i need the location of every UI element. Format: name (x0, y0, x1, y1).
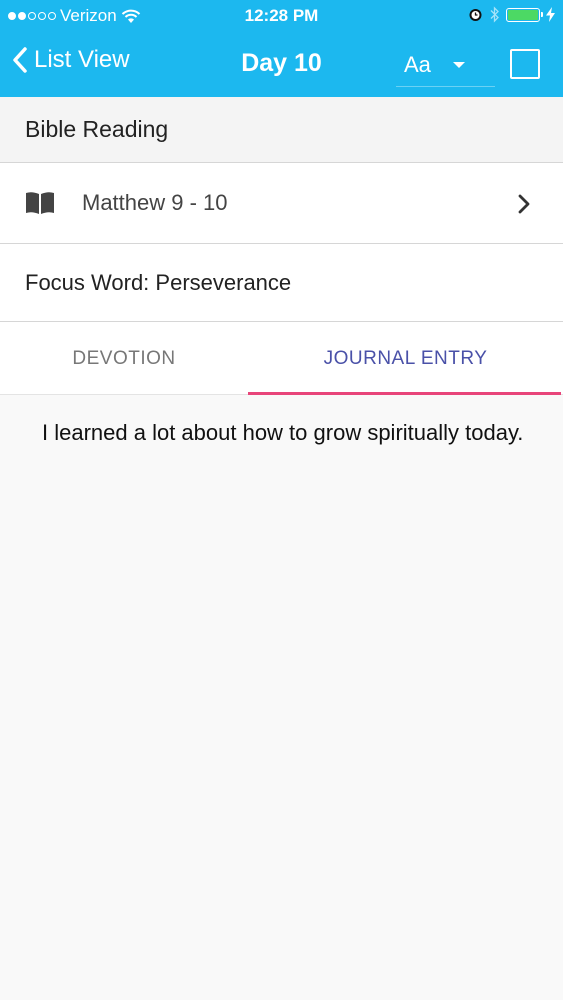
font-size-dropdown[interactable]: Aa (396, 46, 495, 87)
journal-entry-content[interactable]: I learned a lot about how to grow spirit… (0, 395, 563, 448)
complete-checkbox[interactable] (510, 49, 540, 79)
alarm-icon (469, 9, 482, 21)
reading-passage: Matthew 9 - 10 (82, 190, 228, 215)
tab-devotion[interactable]: DEVOTION (0, 322, 248, 395)
nav-bar: List View Day 10 Aa (0, 32, 563, 97)
chevron-right-icon (518, 194, 530, 214)
battery-tip (541, 11, 543, 17)
tab-bar: DEVOTION JOURNAL ENTRY (0, 322, 563, 395)
active-tab-indicator (248, 392, 561, 395)
status-right (468, 6, 555, 23)
caret-down-icon (453, 62, 465, 68)
tab-journal-entry[interactable]: JOURNAL ENTRY (248, 322, 563, 395)
section-title: Bible Reading (25, 116, 169, 142)
focus-word-row: Focus Word: Perseverance (0, 244, 563, 322)
focus-word: Focus Word: Perseverance (25, 269, 292, 295)
book-icon (26, 192, 54, 214)
reading-passage-row[interactable]: Matthew 9 - 10 (0, 163, 563, 244)
journal-text: I learned a lot about how to grow spirit… (42, 420, 524, 445)
battery-icon (506, 7, 543, 22)
bluetooth-icon (490, 6, 499, 23)
battery-level (508, 9, 538, 20)
section-header: Bible Reading (0, 97, 563, 163)
app-header: Verizon 12:28 PM List View Day 10 Aa (0, 0, 563, 97)
charging-bolt-icon (546, 7, 555, 22)
status-bar: Verizon 12:28 PM (0, 0, 563, 32)
font-size-value: Aa (404, 52, 431, 77)
